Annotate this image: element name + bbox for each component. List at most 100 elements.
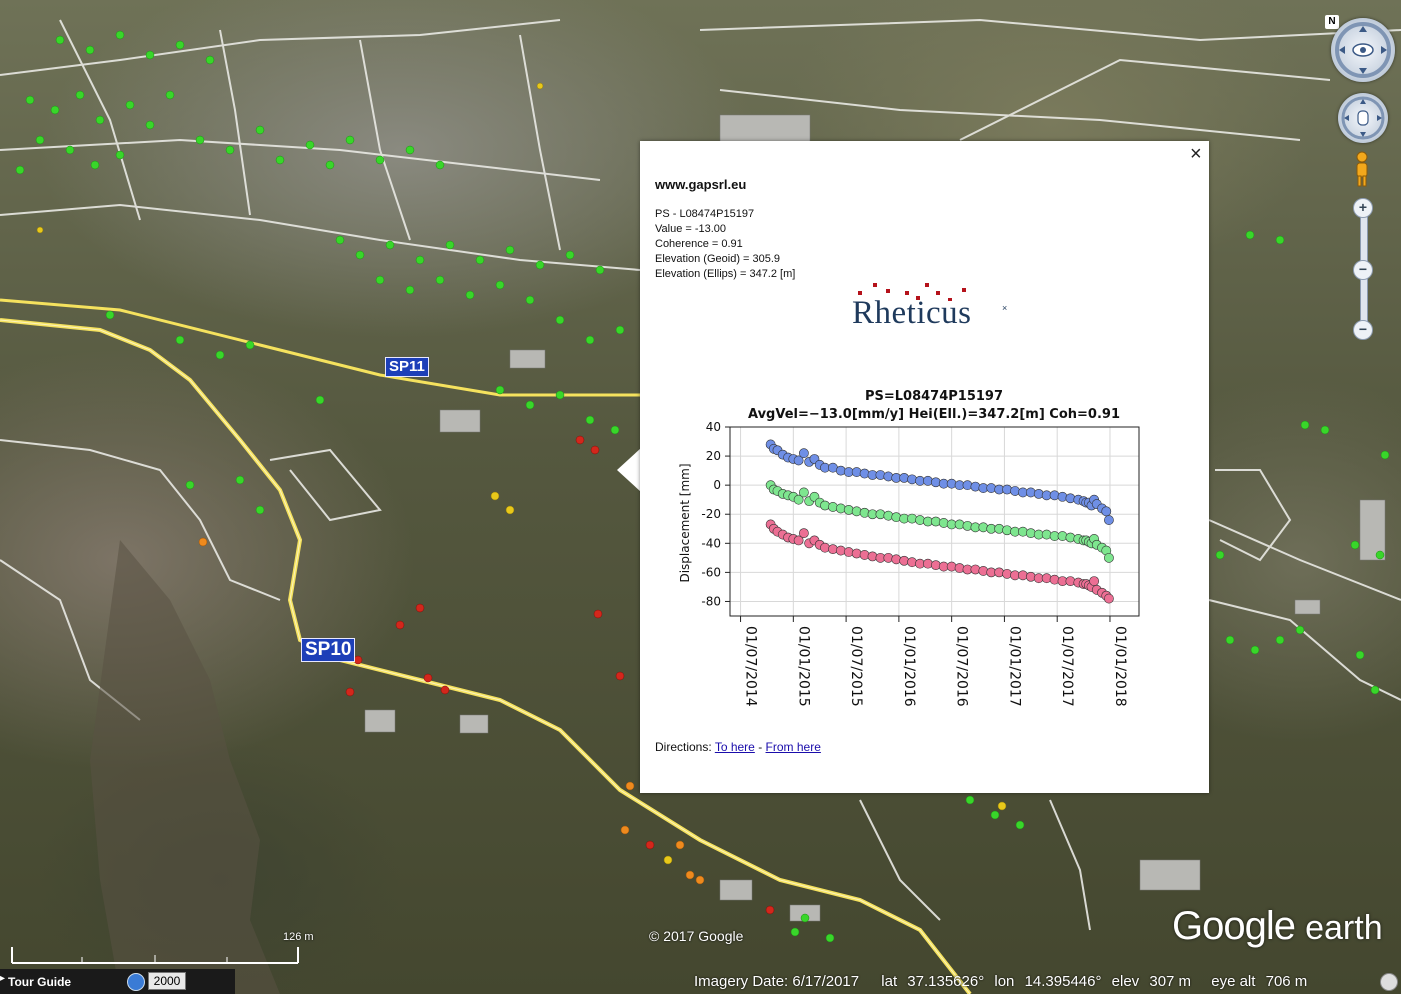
zoom-out-button[interactable]: − [1353,320,1373,340]
google-earth-watermark: Google earth [1172,904,1383,949]
data-point-series-3 [891,554,902,565]
data-point-series-2 [930,516,941,527]
data-point-series-3 [1017,570,1028,581]
data-point-series-3 [930,560,941,571]
road-label-sp11: SP11 [385,357,429,377]
data-point-series-2 [1065,532,1076,543]
y-tick-label: -80 [701,594,721,608]
tour-arrow-icon[interactable]: ▸ [0,973,5,984]
y-tick-label: 0 [713,478,721,492]
data-point-series-3 [907,557,917,568]
zoom-slider-handle[interactable]: − [1353,260,1373,280]
x-tick-label: 01/07/2014 [743,626,759,707]
data-point-series-3 [1104,593,1114,604]
x-ticks: 01/07/2014 01/01/2015 01/07/2015 01/01/2016… [740,616,1128,707]
data-point-series-3 [899,555,910,566]
data-point-series-2 [883,510,894,521]
lon-label: lon [994,973,1015,990]
rheticus-logo: Rheticus × [850,281,1010,336]
y-tick-label: -40 [701,536,721,550]
site-name: www.gapsrl.eu [655,177,747,192]
lon-value: 14.395446° [1024,973,1102,990]
x-tick-label: 01/01/2017 [1006,626,1022,707]
data-point-series-3 [1049,574,1060,585]
data-point-series-1 [835,465,846,476]
info-coherence: Coherence = 0.91 [655,238,743,250]
data-point-series-2 [938,518,949,528]
data-point-series-3 [946,561,957,572]
x-tick-label: 01/01/2016 [901,626,917,707]
data-point-series-1 [798,448,809,459]
data-point-series-2 [1025,528,1036,539]
x-tick-label: 01/07/2015 [848,626,864,707]
data-point-series-2 [875,509,886,520]
data-point-series-3 [1041,573,1052,584]
status-icon[interactable] [1380,973,1398,991]
data-point-series-3 [1065,576,1076,587]
data-point-series-3 [835,545,846,556]
data-point-series-2 [962,520,973,531]
data-point-series-3 [994,567,1005,578]
move-control[interactable] [1338,93,1388,143]
y-tick-label: 20 [706,449,721,463]
x-tick-label: 01/01/2018 [1112,626,1128,707]
data-point-series-2 [891,512,902,523]
data-point-series-3 [954,563,965,573]
data-point-series-1 [1104,515,1114,525]
watermark-google: Google [1172,904,1296,948]
from-here-link[interactable]: From here [766,740,821,754]
data-point-series-2 [1041,529,1052,540]
data-point-series-1 [1002,484,1012,495]
data-point-series-1 [899,472,910,483]
info-value: Value = -13.00 [655,223,727,235]
data-point-series-2 [820,500,830,511]
watermark-earth: earth [1305,909,1383,947]
y-tick-label: -20 [701,507,721,521]
data-point-series-1 [1101,506,1112,517]
eye-alt-value: 706 m [1265,973,1308,990]
info-elevation-ellips: Elevation (Ellips) = 347.2 [m] [655,268,796,280]
close-icon[interactable]: × [1190,144,1202,164]
zoom-in-button[interactable]: + [1353,198,1373,218]
road-label-sp10: SP10 [301,638,356,662]
data-point-series-3 [828,544,838,555]
x-tick-label: 01/07/2017 [1059,626,1075,707]
data-point-series-3 [820,542,830,553]
data-point-series-1 [923,475,933,486]
eye-alt-label: eye alt [1211,973,1256,990]
directions-label: Directions: [655,740,712,754]
data-point-series-2 [907,513,917,524]
scale-bar [11,947,299,964]
data-point-series-3 [867,551,878,562]
data-point-series-3 [798,528,809,539]
data-point-series-1 [930,477,941,488]
logo-text: Rheticus [852,295,972,331]
historical-imagery-icon[interactable] [127,973,145,991]
lat-value: 37.135626° [907,973,985,990]
data-point-series-2 [978,522,989,533]
data-point-series-3 [923,558,933,569]
pegman-icon[interactable] [1351,150,1373,190]
data-point-series-2 [954,519,965,530]
data-point-series-1 [851,467,862,477]
data-point-series-3 [859,550,870,560]
directions-separator: - [758,740,763,754]
historical-year[interactable]: 2000 [148,972,186,990]
data-point-series-1 [883,471,894,482]
data-point-series-1 [962,480,973,491]
data-point-series-3 [1089,576,1100,587]
data-point-series-2 [1017,526,1028,537]
data-point-series-2 [859,507,870,518]
data-point-series-3 [843,547,854,557]
data-point-series-1 [946,478,957,489]
hand-icon [1341,96,1385,140]
data-point-series-2 [828,502,838,512]
to-here-link[interactable]: To here [715,740,755,754]
elev-value: 307 m [1149,973,1192,990]
data-point-series-1 [986,483,997,493]
data-point-series-2 [1104,552,1114,563]
tour-guide-button[interactable]: Tour Guide [8,975,71,989]
look-control[interactable] [1331,18,1395,82]
y-tick-label: -60 [701,565,721,579]
data-point-series-1 [907,474,917,485]
